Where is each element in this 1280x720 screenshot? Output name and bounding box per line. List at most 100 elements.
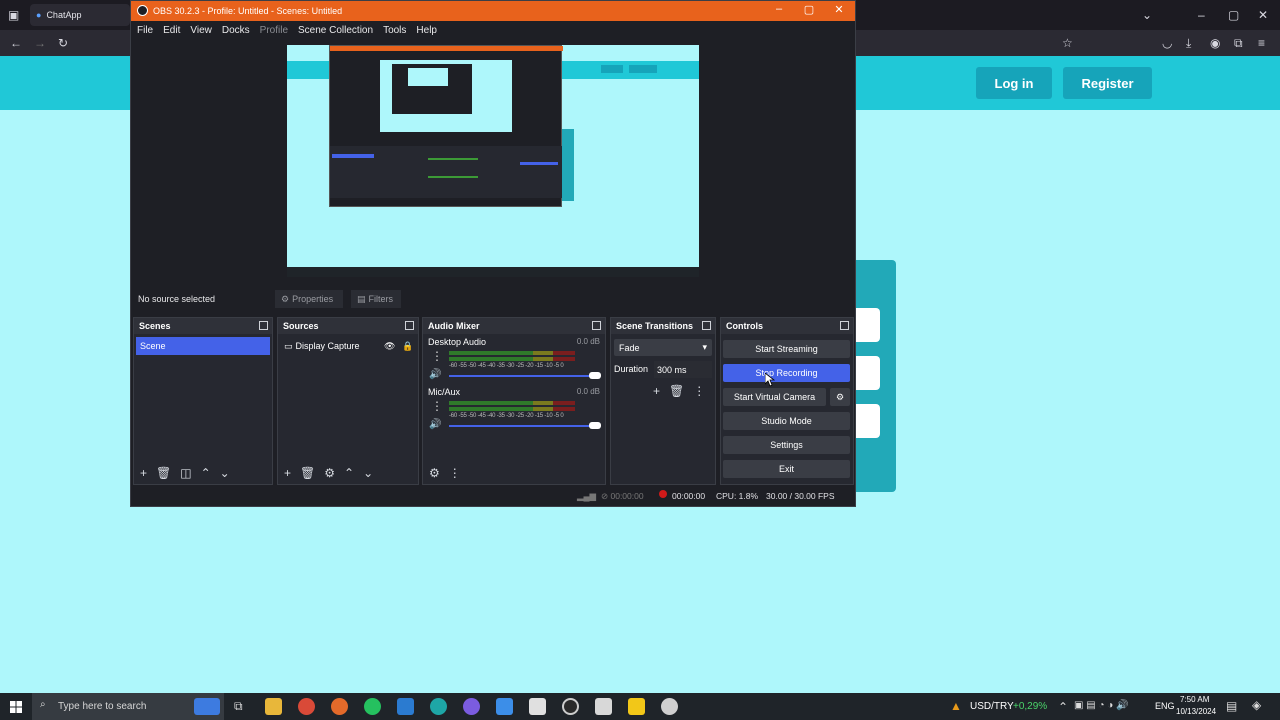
advanced-audio-icon[interactable]: ⚙ — [429, 466, 440, 480]
extensions-icon[interactable]: ⧉ — [1234, 36, 1243, 50]
speaker-icon[interactable]: 🔊 — [429, 419, 441, 430]
filter-icon[interactable]: ◫ — [180, 466, 191, 480]
filters-button[interactable]: ▤ Filters — [351, 290, 401, 308]
add-icon[interactable]: + — [140, 466, 147, 480]
snipping-tool-icon[interactable] — [595, 698, 612, 715]
more-icon[interactable]: ⋮ — [449, 466, 461, 480]
forward-icon[interactable]: → — [34, 36, 46, 50]
reload-icon[interactable]: ↻ — [58, 36, 68, 50]
properties-button[interactable]: ⚙ Properties — [275, 290, 343, 308]
app-icon[interactable] — [661, 698, 678, 715]
start-streaming-button[interactable]: Start Streaming — [723, 340, 850, 358]
obs-close-icon[interactable]: ✕ — [829, 3, 849, 16]
minimize-icon[interactable]: – — [1198, 8, 1205, 22]
start-virtual-camera-button[interactable]: Start Virtual Camera — [723, 388, 826, 406]
taskbar-search[interactable]: ⌕ Type here to search — [32, 693, 224, 720]
obs-maximize-icon[interactable]: ▢ — [799, 3, 819, 16]
scene-item[interactable]: Scene — [136, 337, 270, 355]
notion-icon[interactable] — [529, 698, 546, 715]
download-icon[interactable]: ⤓ — [1186, 36, 1191, 50]
gear-icon[interactable]: ⚙ — [324, 466, 335, 480]
menu-tools[interactable]: Tools — [383, 25, 406, 36]
volume-handle[interactable] — [589, 372, 601, 379]
tab-list-chevron-icon[interactable]: ⌄ — [1142, 8, 1152, 22]
edge-icon[interactable] — [430, 698, 447, 715]
undock-icon[interactable] — [702, 321, 711, 330]
stop-recording-button[interactable]: Stop Recording — [723, 364, 850, 382]
more-icon[interactable]: ⋮ — [693, 384, 705, 398]
login-button[interactable]: Log in — [976, 67, 1052, 99]
undock-icon[interactable] — [840, 321, 849, 330]
volume-handle[interactable] — [589, 422, 601, 429]
sticky-notes-icon[interactable] — [628, 698, 645, 715]
undock-icon[interactable] — [592, 321, 601, 330]
clock-time[interactable]: 7:50 AM — [1180, 695, 1209, 704]
menu-scene-collection[interactable]: Scene Collection — [298, 25, 373, 36]
register-button[interactable]: Register — [1063, 67, 1152, 99]
duration-spinbox[interactable]: 300 ms — [654, 361, 712, 378]
pocket-icon[interactable]: ◡ — [1162, 36, 1172, 50]
transition-select[interactable]: Fade ▾ — [614, 339, 712, 356]
preview-canvas[interactable] — [287, 45, 699, 277]
undock-icon[interactable] — [259, 321, 268, 330]
back-icon[interactable]: ← — [10, 36, 22, 50]
menu-docks[interactable]: Docks — [222, 25, 250, 36]
chevron-up-icon[interactable]: ⌃ — [344, 466, 354, 480]
close-icon[interactable]: ✕ — [1258, 8, 1268, 22]
menu-edit[interactable]: Edit — [163, 25, 180, 36]
menu-icon[interactable]: ≡ — [1258, 36, 1265, 50]
tor-icon[interactable] — [463, 698, 480, 715]
chevron-down-icon[interactable]: ⌄ — [363, 466, 373, 480]
account-icon[interactable]: ◉ — [1210, 36, 1220, 50]
chevron-up-icon[interactable]: ⌃ — [201, 466, 211, 480]
browser-tab[interactable]: ● ChatApp — [30, 4, 130, 26]
source-item[interactable]: ▭ Display Capture 👁 🔒 — [280, 337, 416, 355]
trash-icon[interactable]: 🗑 — [156, 466, 171, 480]
file-explorer-icon[interactable] — [265, 698, 282, 715]
task-view-icon[interactable]: ⧉ — [234, 699, 243, 714]
eye-icon[interactable]: 👁 — [384, 341, 395, 352]
windows-start-icon[interactable] — [10, 701, 22, 713]
add-icon[interactable]: + — [653, 384, 660, 398]
menu-help[interactable]: Help — [416, 25, 437, 36]
card-input-3[interactable] — [856, 404, 880, 438]
tray-icons[interactable]: ▣ ▤ ◔ ◑ 🔊 — [1074, 700, 1129, 711]
notifications-icon[interactable]: ▤ — [1226, 699, 1237, 713]
tray-chevron-up-icon[interactable]: ⌃ — [1058, 700, 1068, 714]
firefox-icon[interactable] — [331, 698, 348, 715]
more-icon[interactable]: ⋮ — [431, 399, 443, 413]
settings-button[interactable]: Settings — [723, 436, 850, 454]
volume-slider[interactable] — [449, 425, 595, 427]
obs-minimize-icon[interactable]: – — [769, 3, 789, 15]
trash-icon[interactable]: 🗑 — [300, 466, 315, 480]
whatsapp-icon[interactable] — [364, 698, 381, 715]
language-indicator[interactable]: ENG — [1155, 701, 1175, 711]
card-input-2[interactable] — [856, 356, 880, 390]
bookmark-star-icon[interactable]: ☆ — [1062, 36, 1073, 50]
maximize-icon[interactable]: ▢ — [1228, 8, 1239, 22]
no-source-label: No source selected — [138, 294, 216, 304]
menu-profile[interactable]: Profile — [260, 25, 288, 36]
trash-icon[interactable]: 🗑 — [669, 384, 684, 398]
menu-view[interactable]: View — [190, 25, 212, 36]
add-icon[interactable]: + — [284, 466, 291, 480]
virtual-camera-settings-button[interactable]: ⚙ — [830, 388, 850, 406]
copilot-icon[interactable]: ◈ — [1252, 698, 1261, 712]
ticker-name[interactable]: USD/TRY — [970, 701, 1014, 712]
undock-icon[interactable] — [405, 321, 414, 330]
chrome-icon[interactable] — [298, 698, 315, 715]
volume-slider[interactable] — [449, 375, 595, 377]
chevron-down-icon[interactable]: ⌄ — [220, 466, 230, 480]
store-icon[interactable] — [496, 698, 513, 715]
lock-icon[interactable]: 🔒 — [402, 341, 413, 352]
vscode-icon[interactable] — [397, 698, 414, 715]
obs-taskbar-icon[interactable] — [562, 698, 579, 715]
clock-date[interactable]: 10/13/2024 — [1176, 707, 1216, 716]
card-input-1[interactable] — [856, 308, 880, 342]
studio-mode-button[interactable]: Studio Mode — [723, 412, 850, 430]
speaker-icon[interactable]: 🔊 — [429, 369, 441, 380]
tab-overview-icon[interactable]: ▣ — [8, 8, 19, 22]
exit-button[interactable]: Exit — [723, 460, 850, 478]
menu-file[interactable]: File — [137, 25, 153, 36]
more-icon[interactable]: ⋮ — [431, 349, 443, 363]
